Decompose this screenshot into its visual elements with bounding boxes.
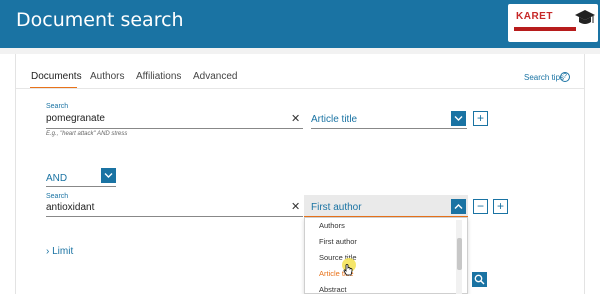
scope-options-list: Authors First author Source title Articl… bbox=[304, 217, 468, 294]
app-header: Document search KARET bbox=[0, 0, 600, 48]
scope-select-2[interactable]: First author bbox=[311, 202, 362, 213]
chevron-down-icon bbox=[104, 173, 113, 178]
chevron-down-icon bbox=[454, 116, 463, 121]
tab-authors[interactable]: Authors bbox=[90, 71, 124, 82]
scope-select-1-underline bbox=[311, 128, 467, 129]
search-field-label-2: Search bbox=[46, 193, 69, 200]
minus-icon: − bbox=[476, 199, 484, 213]
search-input-1[interactable]: pomegranate bbox=[46, 113, 105, 124]
add-row-button-2[interactable]: + bbox=[493, 199, 508, 214]
tab-affiliations[interactable]: Affiliations bbox=[136, 71, 181, 82]
page-title: Document search bbox=[16, 9, 184, 31]
scope-select-1-toggle[interactable] bbox=[451, 111, 466, 126]
plus-icon: + bbox=[496, 199, 504, 213]
option-authors[interactable]: Authors bbox=[319, 221, 345, 230]
option-first-author[interactable]: First author bbox=[319, 237, 357, 246]
chevron-up-icon bbox=[454, 204, 463, 209]
scope-select-1[interactable]: Article title bbox=[311, 114, 357, 125]
search-input-2[interactable]: antioxidant bbox=[46, 202, 94, 213]
limit-label: Limit bbox=[52, 246, 74, 257]
option-abstract[interactable]: Abstract bbox=[319, 285, 347, 294]
boolean-operator-underline bbox=[46, 186, 116, 187]
limit-toggle[interactable]: › Limit bbox=[46, 246, 73, 257]
search-hint: E.g., "heart attack" AND stress bbox=[46, 131, 128, 137]
logo-tagline-bar bbox=[514, 27, 576, 31]
search-field-label-1: Search bbox=[46, 103, 69, 110]
options-scrollbar-thumb[interactable] bbox=[457, 238, 462, 270]
clear-search-1-icon[interactable]: ✕ bbox=[291, 114, 300, 125]
help-circle-icon[interactable]: ? bbox=[560, 72, 570, 82]
hand-cursor-icon bbox=[343, 264, 353, 276]
tab-documents[interactable]: Documents bbox=[31, 71, 82, 82]
search-input-1-underline bbox=[46, 128, 303, 129]
logo-text: KARET bbox=[516, 11, 553, 22]
remove-row-button[interactable]: − bbox=[473, 199, 488, 214]
tabs-divider bbox=[16, 88, 584, 89]
boolean-operator-select[interactable]: AND bbox=[46, 173, 67, 184]
clear-search-2-icon[interactable]: ✕ bbox=[291, 202, 300, 213]
search-tips-link[interactable]: Search tips bbox=[524, 73, 564, 82]
search-button[interactable] bbox=[472, 272, 487, 287]
search-input-2-underline bbox=[46, 216, 303, 217]
karet-logo: KARET bbox=[508, 4, 598, 42]
graduation-cap-icon bbox=[575, 10, 595, 24]
search-icon bbox=[474, 274, 485, 285]
scope-select-2-toggle[interactable] bbox=[451, 199, 466, 214]
boolean-operator-toggle[interactable] bbox=[101, 168, 116, 183]
plus-icon: + bbox=[476, 111, 484, 125]
add-row-button[interactable]: + bbox=[473, 111, 488, 126]
tab-advanced[interactable]: Advanced bbox=[193, 71, 237, 82]
